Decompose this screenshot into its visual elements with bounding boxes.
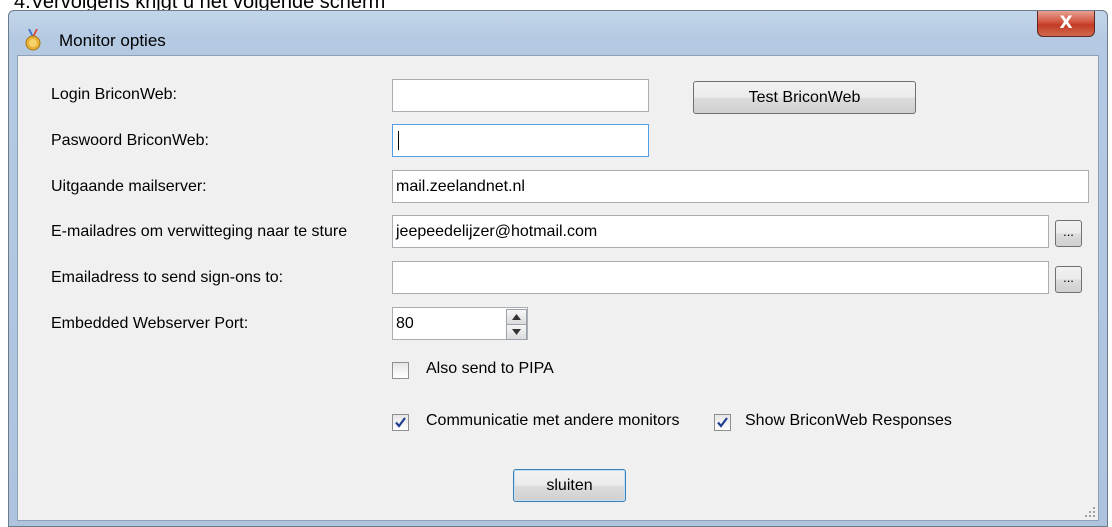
responses-label: Show BriconWeb Responses [745, 412, 952, 429]
close-window-button[interactable]: X [1037, 11, 1095, 37]
dialog-body: Login BriconWeb: Test BriconWeb Paswoord… [17, 55, 1099, 521]
close-button[interactable]: sluiten [513, 469, 626, 502]
notify-email-input[interactable]: jeepeedelijzer@hotmail.com [392, 215, 1049, 248]
test-briconweb-button[interactable]: Test BriconWeb [693, 81, 916, 114]
responses-checkbox[interactable] [714, 414, 731, 431]
signon-email-browse-button[interactable]: ... [1055, 266, 1082, 293]
window-title: Monitor opties [59, 31, 166, 50]
port-spin-up-button[interactable] [506, 309, 527, 325]
signon-email-input[interactable] [392, 261, 1049, 294]
signon-email-label: Emailadress to send sign-ons to: [51, 269, 284, 286]
mailserver-label: Uitgaande mailserver: [51, 178, 207, 195]
checkmark-icon [395, 417, 406, 428]
pipa-checkbox[interactable] [392, 362, 409, 379]
notify-email-label: E-mailadres om verwitteging naar te stur… [51, 223, 348, 240]
checkmark-icon [717, 417, 728, 428]
port-spin-down-button[interactable] [506, 324, 527, 340]
options-dialog: Monitor opties X Login BriconWeb: Test B… [8, 10, 1108, 527]
pipa-label: Also send to PIPA [426, 360, 554, 377]
login-input[interactable] [392, 79, 649, 112]
login-label: Login BriconWeb: [51, 86, 177, 103]
communication-checkbox[interactable] [392, 414, 409, 431]
mailserver-input[interactable]: mail.zeelandnet.nl [392, 170, 1089, 203]
notify-email-browse-button[interactable]: ... [1055, 220, 1082, 247]
resize-grip-icon[interactable] [1084, 506, 1096, 518]
medal-icon [25, 29, 41, 51]
arrow-down-icon [512, 329, 521, 335]
arrow-up-icon [512, 314, 521, 320]
text-caret [398, 131, 399, 151]
communication-label: Communicatie met andere monitors [426, 412, 680, 429]
password-label: Paswoord BriconWeb: [51, 132, 209, 149]
port-label: Embedded Webserver Port: [51, 315, 249, 332]
password-input[interactable] [392, 124, 649, 157]
title-bar[interactable]: Monitor opties X [9, 11, 1107, 55]
